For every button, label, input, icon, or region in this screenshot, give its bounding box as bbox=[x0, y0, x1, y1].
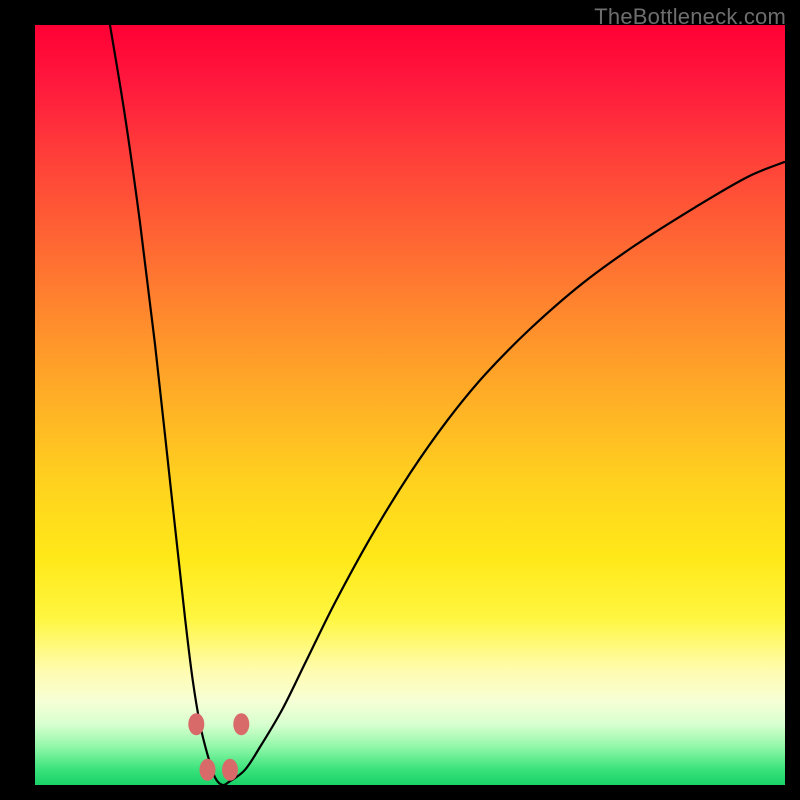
curve-marker bbox=[233, 713, 249, 735]
curve-marker bbox=[188, 713, 204, 735]
bottleneck-curve bbox=[110, 25, 785, 785]
watermark-text: TheBottleneck.com bbox=[594, 4, 786, 30]
curve-marker bbox=[222, 759, 238, 781]
plot-area bbox=[35, 25, 785, 785]
curve-layer bbox=[35, 25, 785, 785]
curve-marker bbox=[200, 759, 216, 781]
chart-frame: TheBottleneck.com bbox=[0, 0, 800, 800]
curve-markers bbox=[188, 713, 249, 781]
